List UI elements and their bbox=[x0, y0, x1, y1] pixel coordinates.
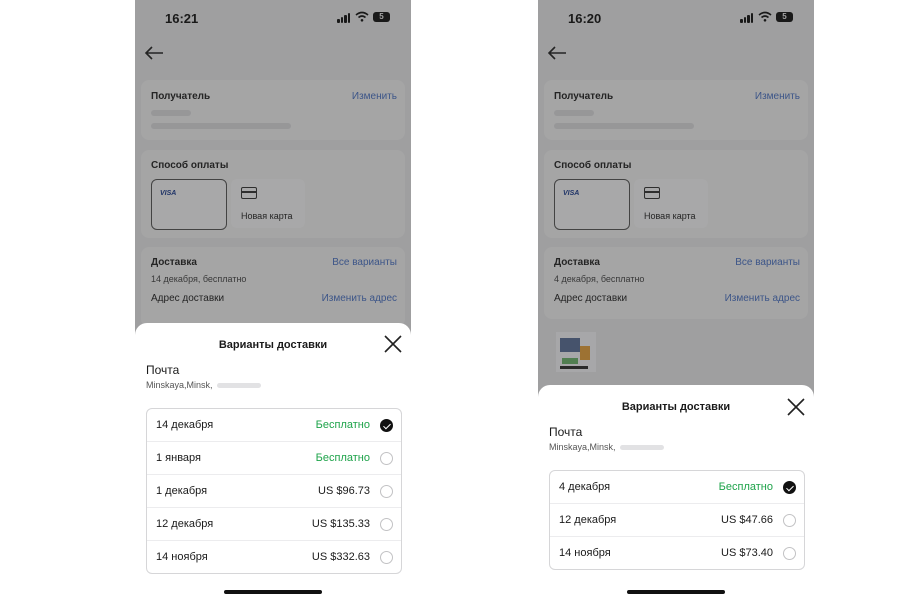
radio-checked-icon[interactable] bbox=[380, 419, 393, 432]
radio-checked-icon[interactable] bbox=[783, 481, 796, 494]
phone-screen-left: 16:21 5 Получатель Изменить Способ оплат… bbox=[135, 0, 411, 600]
radio-icon[interactable] bbox=[380, 551, 393, 564]
delivery-options-sheet: Варианты доставки Почта Minskaya,Minsk, … bbox=[538, 385, 814, 600]
delivery-address: Minskaya,Minsk, bbox=[146, 380, 213, 390]
option-date: 14 ноября bbox=[156, 551, 208, 563]
radio-icon[interactable] bbox=[783, 547, 796, 560]
radio-icon[interactable] bbox=[380, 485, 393, 498]
delivery-option[interactable]: 14 декабря Бесплатно bbox=[147, 409, 401, 441]
close-icon[interactable] bbox=[383, 334, 403, 354]
radio-icon[interactable] bbox=[783, 514, 796, 527]
delivery-option[interactable]: 1 декабря US $96.73 bbox=[147, 474, 401, 507]
radio-icon[interactable] bbox=[380, 518, 393, 531]
option-price: US $135.33 bbox=[311, 518, 370, 530]
close-icon[interactable] bbox=[786, 397, 806, 417]
option-date: 1 декабря bbox=[156, 485, 208, 497]
delivery-method: Почта bbox=[146, 363, 180, 377]
option-date: 4 декабря bbox=[559, 481, 611, 493]
address-redacted bbox=[217, 383, 261, 388]
delivery-address: Minskaya,Minsk, bbox=[549, 442, 616, 452]
delivery-options-list: 4 декабря Бесплатно 12 декабря US $47.66… bbox=[549, 470, 805, 570]
home-indicator bbox=[627, 590, 725, 594]
delivery-option[interactable]: 12 декабря US $47.66 bbox=[550, 503, 804, 536]
delivery-option[interactable]: 4 декабря Бесплатно bbox=[550, 471, 804, 503]
option-price: US $332.63 bbox=[311, 551, 370, 563]
option-price: Бесплатно bbox=[315, 419, 370, 431]
address-redacted bbox=[620, 445, 664, 450]
option-price: US $96.73 bbox=[318, 485, 370, 497]
delivery-option[interactable]: 14 ноября US $332.63 bbox=[147, 540, 401, 573]
option-price: Бесплатно bbox=[718, 481, 773, 493]
phone-screen-right: 16:20 5 Получатель Изменить Способ оплат… bbox=[538, 0, 814, 600]
delivery-option[interactable]: 14 ноября US $73.40 bbox=[550, 536, 804, 569]
delivery-options-sheet: Варианты доставки Почта Minskaya,Minsk, … bbox=[135, 323, 411, 600]
option-price: Бесплатно bbox=[315, 452, 370, 464]
delivery-option[interactable]: 1 января Бесплатно bbox=[147, 441, 401, 474]
sheet-title: Варианты доставки bbox=[218, 339, 328, 351]
delivery-method: Почта bbox=[549, 425, 583, 439]
option-date: 12 декабря bbox=[156, 518, 214, 530]
delivery-options-list: 14 декабря Бесплатно 1 января Бесплатно … bbox=[146, 408, 402, 574]
option-date: 12 декабря bbox=[559, 514, 617, 526]
option-date: 1 января bbox=[156, 452, 201, 464]
radio-icon[interactable] bbox=[380, 452, 393, 465]
delivery-option[interactable]: 12 декабря US $135.33 bbox=[147, 507, 401, 540]
sheet-title: Варианты доставки bbox=[621, 401, 731, 413]
option-date: 14 ноября bbox=[559, 547, 611, 559]
option-date: 14 декабря bbox=[156, 419, 214, 431]
option-price: US $73.40 bbox=[721, 547, 773, 559]
home-indicator bbox=[224, 590, 322, 594]
option-price: US $47.66 bbox=[721, 514, 773, 526]
